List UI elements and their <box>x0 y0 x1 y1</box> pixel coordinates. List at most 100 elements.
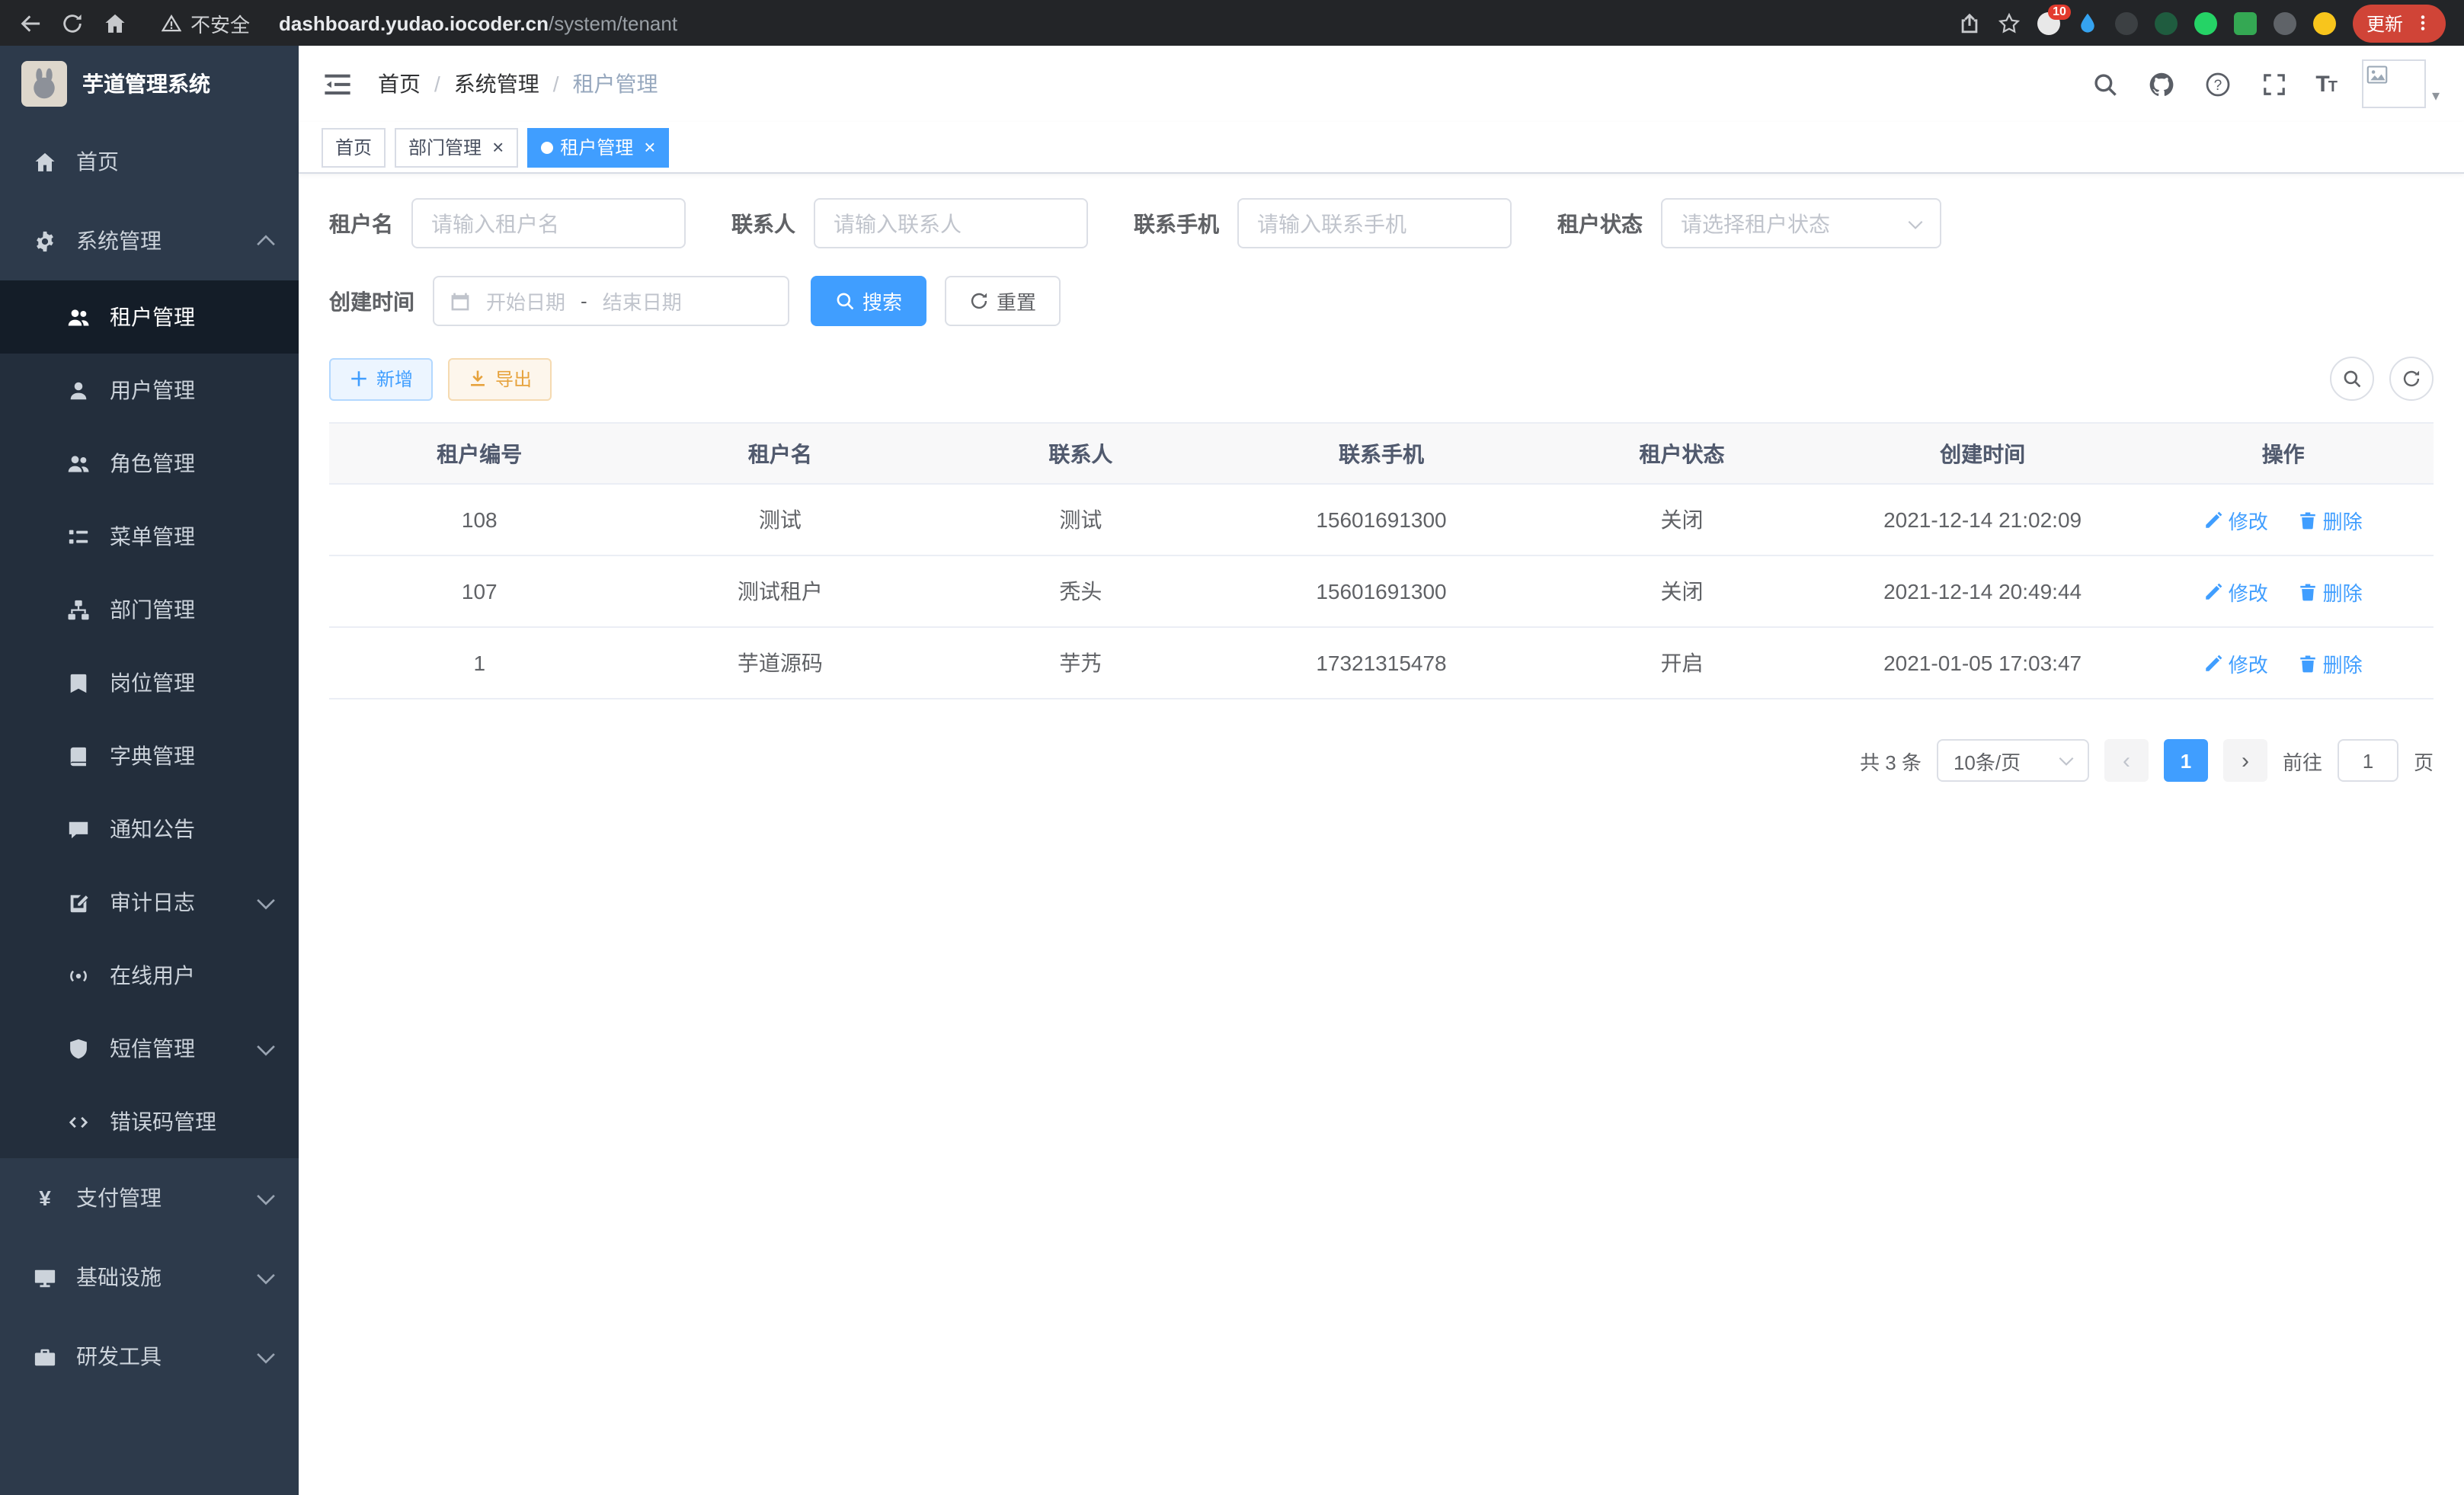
kebab-menu-icon[interactable] <box>2414 14 2432 32</box>
font-size-icon[interactable]: TT <box>2315 71 2336 97</box>
chevron-down-icon <box>254 1266 277 1289</box>
logo-avatar <box>21 61 67 107</box>
breadcrumb-separator: / <box>434 72 440 96</box>
filter-tenant-status: 租户状态 请选择租户状态 <box>1557 198 1941 248</box>
audit-log-icon <box>67 891 90 914</box>
extension-icon-7[interactable] <box>2313 11 2336 34</box>
browser-home-icon[interactable] <box>104 11 126 34</box>
page-content: 租户名 联系人 联系手机 租户状态 请选择租户状态 <box>299 174 2464 1495</box>
yen-icon: ¥ <box>34 1186 56 1210</box>
delete-link[interactable]: 删除 <box>2299 505 2363 534</box>
sidebar-item-system[interactable]: 系统管理 <box>0 201 299 280</box>
sidebar-item-audit-log[interactable]: 审计日志 <box>0 866 299 939</box>
github-icon[interactable] <box>2146 69 2177 99</box>
header-search-icon[interactable] <box>2090 69 2120 99</box>
tenant-name-input[interactable] <box>411 198 686 248</box>
tab-tenant[interactable]: 租户管理 × <box>526 127 669 167</box>
breadcrumb-home[interactable]: 首页 <box>378 69 421 99</box>
delete-link[interactable]: 删除 <box>2299 648 2363 677</box>
page-size-select[interactable]: 10条/页 <box>1937 739 2089 782</box>
select-placeholder: 请选择租户状态 <box>1681 208 1830 238</box>
close-icon[interactable]: × <box>492 137 504 157</box>
delete-link[interactable]: 删除 <box>2299 577 2363 606</box>
user-avatar[interactable]: ▾ <box>2362 59 2440 108</box>
tab-home[interactable]: 首页 <box>322 127 386 167</box>
address-bar[interactable]: dashboard.yudao.iocoder.cn /system/tenan… <box>279 11 677 34</box>
filter-tenant-name: 租户名 <box>329 198 686 248</box>
chevron-down-icon <box>254 1037 277 1060</box>
contact-name-input[interactable] <box>814 198 1088 248</box>
sidebar-item-role[interactable]: 角色管理 <box>0 427 299 500</box>
edit-link[interactable]: 修改 <box>2204 648 2268 677</box>
tab-dept[interactable]: 部门管理 × <box>395 127 517 167</box>
app-logo[interactable]: 芋道管理系统 <box>0 46 299 122</box>
sidebar-fold-icon[interactable] <box>323 69 352 98</box>
next-page-button[interactable]: › <box>2223 739 2267 782</box>
sidebar-item-sms[interactable]: 短信管理 <box>0 1012 299 1085</box>
page-number-button[interactable]: 1 <box>2164 739 2208 782</box>
infra-monitor-icon <box>34 1266 56 1289</box>
cell-mobile: 15601691300 <box>1231 484 1532 555</box>
navbar-actions: TT ▾ <box>2090 59 2440 108</box>
sidebar-item-post[interactable]: 岗位管理 <box>0 646 299 719</box>
cell-tenant-id: 108 <box>329 484 630 555</box>
back-icon[interactable] <box>18 11 41 34</box>
extension-icon-5[interactable] <box>2234 11 2257 34</box>
breadcrumb-tenant: 租户管理 <box>573 69 658 99</box>
extension-badge: 10 <box>2048 4 2071 19</box>
sidebar-item-infra[interactable]: 基础设施 <box>0 1237 299 1317</box>
reset-button[interactable]: 重置 <box>945 276 1061 326</box>
sidebar-item-dict[interactable]: 字典管理 <box>0 719 299 792</box>
toggle-search-button[interactable] <box>2330 357 2374 401</box>
security-indicator[interactable]: 不安全 <box>162 8 250 37</box>
search-button[interactable]: 搜索 <box>811 276 926 326</box>
help-icon[interactable] <box>2203 69 2233 99</box>
edit-icon <box>2204 510 2224 530</box>
update-button[interactable]: 更新 <box>2353 4 2446 42</box>
extension-icon-6[interactable] <box>2274 11 2296 34</box>
sidebar-item-label: 角色管理 <box>110 448 195 479</box>
sidebar-item-menu[interactable]: 菜单管理 <box>0 500 299 573</box>
refresh-icon <box>969 291 989 311</box>
refresh-table-button[interactable] <box>2389 357 2434 401</box>
tab-label: 部门管理 <box>408 134 482 160</box>
edit-link[interactable]: 修改 <box>2204 505 2268 534</box>
sidebar-item-dev-tools[interactable]: 研发工具 <box>0 1317 299 1396</box>
extension-icon-2[interactable] <box>2115 11 2138 34</box>
extension-icon-3[interactable] <box>2155 11 2178 34</box>
sidebar-item-payment[interactable]: ¥ 支付管理 <box>0 1158 299 1237</box>
sidebar-item-dept[interactable]: 部门管理 <box>0 573 299 646</box>
sidebar-item-home[interactable]: 首页 <box>0 122 299 201</box>
sidebar-item-error-code[interactable]: 错误码管理 <box>0 1085 299 1158</box>
chevron-down-icon <box>1906 214 1925 232</box>
breadcrumb-system[interactable]: 系统管理 <box>454 69 539 99</box>
sidebar-item-tenant[interactable]: 租户管理 <box>0 280 299 354</box>
sidebar-item-user[interactable]: 用户管理 <box>0 354 299 427</box>
contact-mobile-input[interactable] <box>1237 198 1512 248</box>
menu-list-icon <box>67 525 90 548</box>
bookmark-star-icon[interactable] <box>1998 11 2021 34</box>
jump-page-input[interactable] <box>2338 739 2398 782</box>
export-button[interactable]: 导出 <box>448 357 552 400</box>
gear-icon <box>34 229 56 252</box>
extension-icon-drop[interactable] <box>2077 12 2098 34</box>
share-icon[interactable] <box>1958 11 1981 34</box>
sidebar-item-notice[interactable]: 通知公告 <box>0 792 299 866</box>
toolbar-right <box>2330 357 2434 401</box>
sidebar-item-online-user[interactable]: 在线用户 <box>0 939 299 1012</box>
fullscreen-icon[interactable] <box>2259 69 2290 99</box>
create-time-range-picker[interactable]: 开始日期 - 结束日期 <box>433 276 789 326</box>
start-date-placeholder: 开始日期 <box>486 287 565 315</box>
delete-icon <box>2299 510 2318 530</box>
add-button[interactable]: 新增 <box>329 357 433 400</box>
tenant-status-select[interactable]: 请选择租户状态 <box>1661 198 1941 248</box>
prev-page-button[interactable]: ‹ <box>2104 739 2149 782</box>
close-icon[interactable]: × <box>644 137 655 157</box>
sidebar-item-label: 通知公告 <box>110 814 195 844</box>
edit-link[interactable]: 修改 <box>2204 577 2268 606</box>
reload-icon[interactable] <box>61 11 84 34</box>
extension-icon-4[interactable] <box>2194 11 2217 34</box>
extension-icon-1[interactable]: 10 <box>2037 11 2060 34</box>
table-toolbar: 新增 导出 <box>329 357 2434 401</box>
url-path: /system/tenant <box>549 11 677 34</box>
